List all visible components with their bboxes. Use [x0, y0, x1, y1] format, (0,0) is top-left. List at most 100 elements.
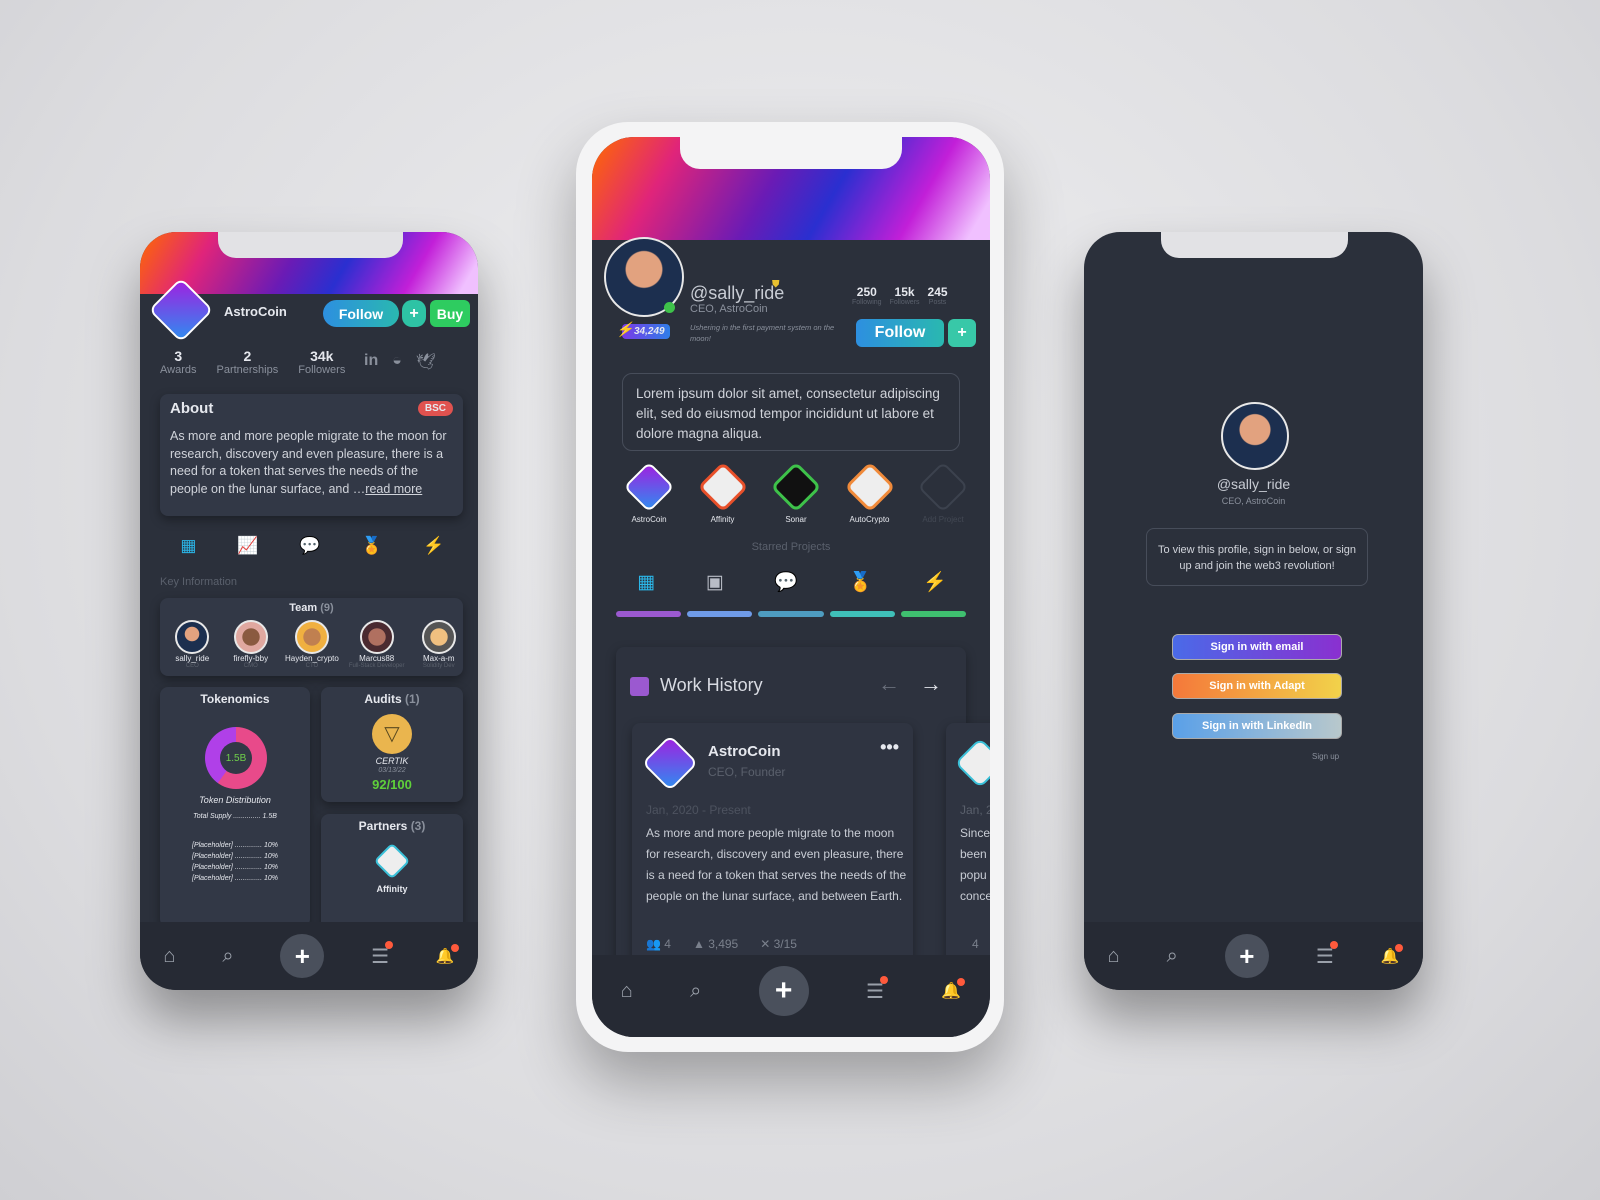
- add-project-button[interactable]: Add Project: [910, 461, 976, 524]
- certik-logo: ▽: [372, 714, 412, 754]
- affinity-logo[interactable]: [373, 842, 411, 880]
- follow-button[interactable]: Follow: [323, 300, 399, 327]
- messages-icon[interactable]: ☰: [371, 940, 394, 969]
- search-icon[interactable]: ⌕: [222, 945, 233, 968]
- bell-icon[interactable]: 🔔: [1381, 944, 1404, 965]
- add-post-button[interactable]: +: [1224, 934, 1269, 978]
- messages-icon[interactable]: ☰: [866, 975, 888, 1004]
- audit-date: 03/13/22: [378, 767, 406, 774]
- add-button[interactable]: +: [948, 319, 976, 347]
- project-sonar[interactable]: Sonar: [763, 461, 829, 524]
- sign-in-adapt-button[interactable]: Sign in with Adapt: [1172, 673, 1342, 699]
- member-name: Marcus88: [359, 654, 395, 663]
- profile-handle: @sally_ride: [690, 283, 785, 303]
- search-icon[interactable]: ⌕: [690, 980, 701, 1003]
- follow-button[interactable]: Follow: [856, 319, 944, 347]
- messages-glyph: ☰: [866, 980, 884, 1003]
- team-member[interactable]: sally_ride CEO: [168, 620, 217, 669]
- project-name: AstroCoin: [224, 304, 287, 319]
- buy-button[interactable]: Buy: [430, 300, 470, 327]
- award-tab-icon[interactable]: 🏅: [361, 536, 382, 556]
- project-autocrypto[interactable]: AutoCrypto: [837, 461, 903, 524]
- auditor-name: CERTIK: [375, 756, 409, 766]
- signin-message-box: To view this profile, sign in below, or …: [1146, 528, 1368, 586]
- metric-value: 4: [664, 937, 671, 951]
- progress-segment: [758, 611, 824, 617]
- profile-progress: [616, 611, 967, 617]
- android-icon[interactable]: ◒: [392, 352, 402, 372]
- cards-tab-icon[interactable]: ▣: [706, 571, 724, 594]
- about-title: About: [170, 400, 214, 417]
- chat-tab-icon[interactable]: 💬: [299, 536, 320, 556]
- team-member[interactable]: Hayden_crypto CTO: [285, 620, 339, 669]
- stat-value: 3: [174, 348, 183, 364]
- partner-name: Affinity: [376, 884, 408, 894]
- tokenomics-card: Tokenomics 1.5B Token Distribution Total…: [160, 687, 310, 927]
- stat-label: Followers: [298, 364, 346, 376]
- member-role: CTO: [305, 663, 319, 669]
- grid-tab-icon[interactable]: ▦: [180, 536, 196, 556]
- add-button[interactable]: +: [402, 300, 426, 327]
- distribution-row: [Placeholder] .............. 10%: [192, 842, 278, 849]
- distribution-row: [Placeholder] .............. 10%: [192, 864, 278, 871]
- add-post-button[interactable]: +: [280, 934, 325, 978]
- bell-icon[interactable]: 🔔: [941, 978, 966, 1001]
- distribution-row: [Placeholder] .............. 10%: [192, 853, 278, 860]
- audits-title: Audits: [364, 692, 402, 706]
- team-member[interactable]: Max-a-m Solidity Dev: [415, 620, 464, 669]
- distribution-row: [Placeholder] .............. 10%: [192, 875, 278, 882]
- project-affinity[interactable]: Affinity: [690, 461, 756, 524]
- search-icon[interactable]: ⌕: [1167, 945, 1178, 968]
- next-arrow-icon[interactable]: →: [920, 671, 942, 697]
- stat-value: 245: [927, 285, 948, 299]
- job-description: As more and more people migrate to the m…: [646, 826, 907, 903]
- member-name: Hayden_crypto: [285, 654, 339, 663]
- member-role: CMO: [243, 663, 258, 669]
- chat-tab-icon[interactable]: 💬: [774, 570, 798, 594]
- project-name: AstroCoin: [631, 515, 667, 524]
- job-dates: Jan, 2020 - Present: [646, 803, 751, 817]
- more-options-icon[interactable]: •••: [880, 737, 899, 758]
- partners-card: Partners (3) Affinity: [321, 814, 463, 934]
- linkedin-icon[interactable]: in: [364, 352, 378, 372]
- sign-in-email-button[interactable]: Sign in with email: [1172, 634, 1342, 660]
- bio-box: Lorem ipsum dolor sit amet, consectetur …: [622, 373, 960, 451]
- profile-role: CEO, AstroCoin: [1221, 496, 1286, 506]
- starred-label: Starred Projects: [751, 541, 831, 553]
- partners-title: Partners: [358, 819, 408, 833]
- messages-glyph: ☰: [371, 945, 390, 968]
- audits-count: (1): [405, 692, 420, 706]
- messages-icon[interactable]: ☰: [1316, 940, 1338, 969]
- project-astrocoin[interactable]: AstroCoin: [616, 461, 682, 524]
- token-caption: Token Distribution: [199, 795, 271, 805]
- read-more-link[interactable]: read more: [365, 482, 422, 496]
- bolt-tab-icon[interactable]: ⚡: [923, 570, 947, 594]
- profile-stats: 250 Following 15k Followers 245 Posts: [852, 285, 948, 306]
- add-post-button[interactable]: +: [758, 966, 809, 1016]
- stat-label: Following: [852, 299, 882, 306]
- left-phone: AstroCoin Follow + Buy 3 Awards 2 Partners…: [140, 232, 478, 990]
- about-card: About BSC As more and more people migrat…: [160, 394, 463, 516]
- bell-icon[interactable]: 🔔: [436, 944, 459, 965]
- astrocoin-logo: [641, 734, 699, 792]
- team-member[interactable]: firefly-bby CMO: [227, 620, 276, 669]
- job-company: AstroCoin: [708, 743, 781, 760]
- grid-tab-icon[interactable]: ▦: [637, 571, 655, 594]
- job-card[interactable]: AstroCoin CEO, Founder ••• Jan, 2020 - P…: [632, 723, 913, 983]
- twitter-icon[interactable]: 🕊: [416, 352, 436, 372]
- award-tab-icon[interactable]: 🏅: [849, 570, 873, 594]
- team-member[interactable]: Marcus88 Full-Stack Developer: [349, 620, 405, 669]
- project-name: Affinity: [710, 515, 735, 524]
- job-card-next[interactable]: Jan, 2 Since been popu conce 4: [946, 723, 990, 983]
- sign-up-link[interactable]: Sign up: [1312, 752, 1339, 761]
- bolt-tab-icon[interactable]: ⚡: [423, 536, 444, 556]
- work-history-title: Work History: [660, 675, 763, 695]
- previous-arrow-icon[interactable]: ←: [878, 671, 900, 697]
- sign-in-linkedin-button[interactable]: Sign in with LinkedIn: [1172, 713, 1342, 739]
- home-icon[interactable]: ⌂: [621, 980, 633, 1003]
- home-icon[interactable]: ⌂: [163, 945, 175, 968]
- chart-tab-icon[interactable]: 📈: [237, 536, 258, 556]
- team-card: Team (9) sally_ride CEO firefly-bby CMO Ha…: [160, 598, 463, 676]
- points-value: 34,249: [634, 326, 665, 337]
- home-icon[interactable]: ⌂: [1108, 945, 1120, 968]
